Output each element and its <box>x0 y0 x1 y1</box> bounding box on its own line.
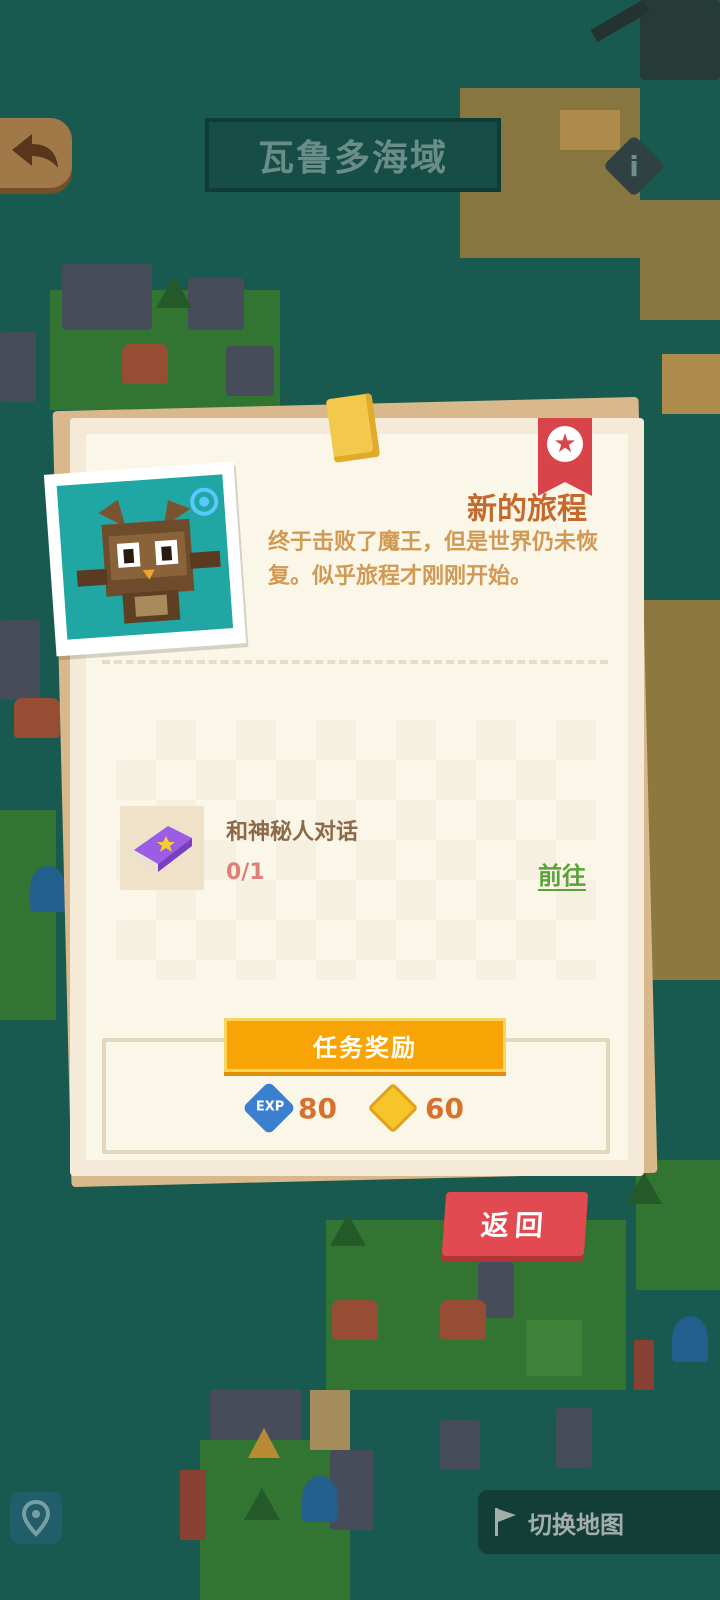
goto-link[interactable]: 前往 <box>538 856 586 891</box>
task-name: 和神秘人对话 <box>226 820 359 845</box>
return-button[interactable]: 返回 <box>441 1192 589 1256</box>
exp-icon-label: EXP <box>255 1099 285 1115</box>
owl-character-image <box>56 474 234 640</box>
tape-icon <box>325 393 381 463</box>
task-progress: 0/1 <box>226 860 265 885</box>
star-icon: ★ <box>547 426 583 462</box>
star-ribbon: ★ <box>538 418 592 496</box>
return-label: 返回 <box>479 1209 551 1242</box>
coin-value: 60 <box>424 1091 464 1125</box>
quest-description: 终于击败了魔王，但是世界仍未恢复。似乎旅程才刚刚开始。 <box>268 530 599 589</box>
task-item <box>120 806 204 890</box>
quest-portrait <box>43 461 247 657</box>
exp-value: 80 <box>298 1091 337 1125</box>
reward-banner: 任务奖励 <box>224 1018 506 1072</box>
purple-book-icon <box>134 826 192 872</box>
coin-icon <box>367 1082 419 1134</box>
exp-icon: EXP <box>242 1081 296 1135</box>
divider <box>102 660 608 664</box>
quest-title: 新的旅程 <box>467 492 587 527</box>
reward-label: 任务奖励 <box>313 1033 417 1062</box>
reward-items: EXP 80 60 <box>242 1081 464 1135</box>
